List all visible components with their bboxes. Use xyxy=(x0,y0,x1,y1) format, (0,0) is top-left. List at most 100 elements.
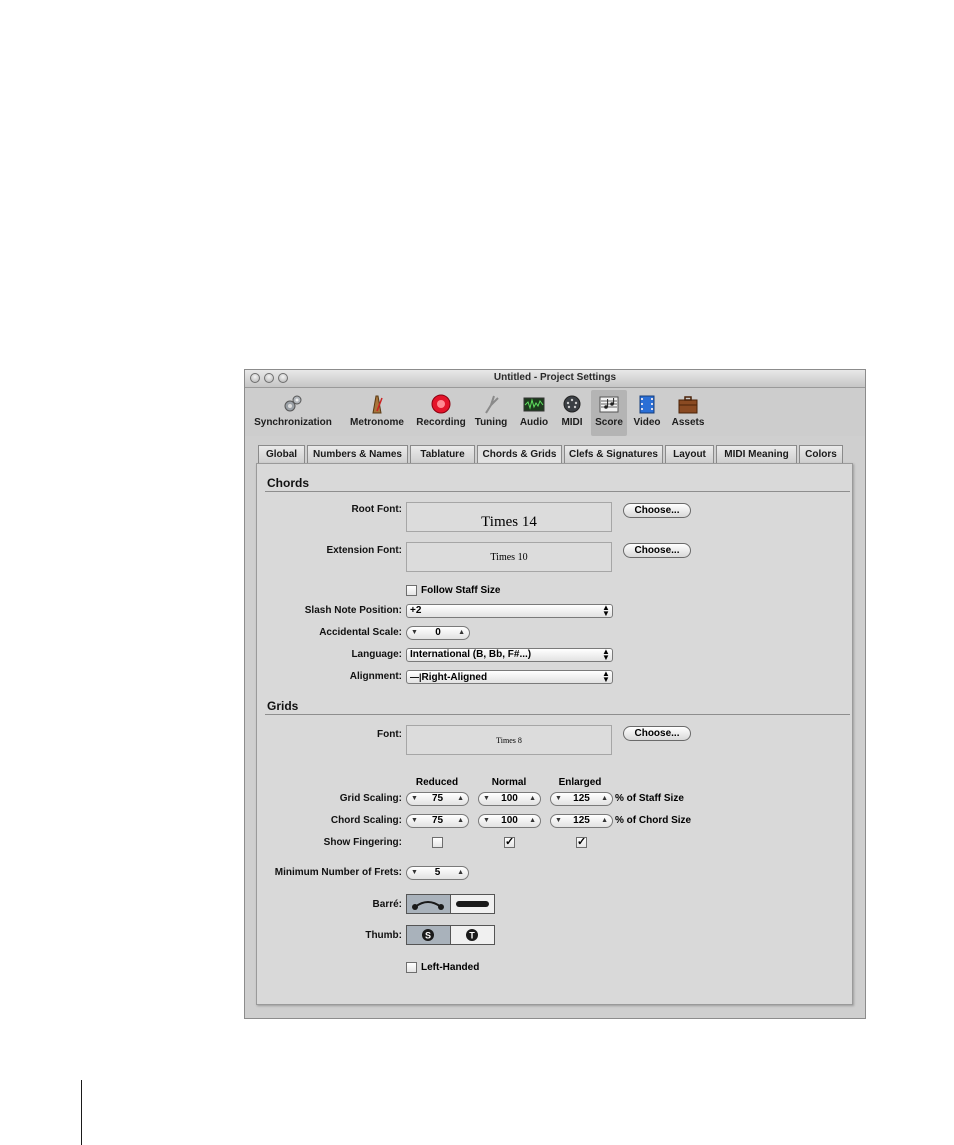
barre-bar-icon xyxy=(456,901,489,907)
language-select[interactable]: International (B, Bb, F#...) ▲ ▼ xyxy=(406,648,613,662)
column-header-enlarged: Enlarged xyxy=(558,777,602,788)
tab-clefs-signatures[interactable]: Clefs & Signatures xyxy=(564,445,663,463)
tab-midi-meaning[interactable]: MIDI Meaning xyxy=(716,445,797,463)
score-icon xyxy=(599,396,619,413)
tab-numbers-names[interactable]: Numbers & Names xyxy=(307,445,408,463)
grid-font-preview: Times 8 xyxy=(406,725,612,755)
svg-text:T: T xyxy=(469,931,475,941)
midi-connector-icon xyxy=(563,395,581,413)
tab-global[interactable]: Global xyxy=(258,445,305,463)
extension-font-preview: Times 10 xyxy=(406,542,612,572)
chord-scaling-normal-stepper[interactable]: ▼ 100 ▲ xyxy=(478,814,541,828)
section-divider xyxy=(265,491,850,492)
barre-arc-option[interactable] xyxy=(406,894,451,914)
increment-arrow-icon[interactable]: ▲ xyxy=(457,867,464,879)
language-label: Language: xyxy=(351,649,402,660)
increment-arrow-icon[interactable]: ▲ xyxy=(529,815,536,827)
toolbar-audio[interactable]: Audio xyxy=(515,390,553,436)
toolbar-metronome[interactable]: Metronome xyxy=(343,390,411,436)
section-divider xyxy=(265,714,850,715)
increment-arrow-icon[interactable]: ▲ xyxy=(457,793,464,805)
barre-bar-option[interactable] xyxy=(450,894,495,914)
chords-grids-panel: Chords Root Font: Times 14 Choose... Ext… xyxy=(256,463,853,1005)
grid-scaling-enlarged-stepper[interactable]: ▼ 125 ▲ xyxy=(550,792,613,806)
gears-icon xyxy=(284,395,302,412)
show-fingering-reduced-checkbox[interactable] xyxy=(432,837,443,848)
tab-tablature[interactable]: Tablature xyxy=(410,445,475,463)
toolbar-score[interactable]: Score xyxy=(591,390,627,436)
chord-scaling-suffix: % of Chord Size xyxy=(615,815,692,826)
updown-arrows-icon: ▲ ▼ xyxy=(602,669,610,684)
page-margin-rule xyxy=(81,1080,82,1145)
follow-staff-size-label: Follow Staff Size xyxy=(421,585,501,596)
toolbar-synchronization[interactable]: Synchronization xyxy=(245,390,341,436)
toolbar-assets[interactable]: Assets xyxy=(667,390,709,436)
window-title: Untitled - Project Settings xyxy=(493,372,617,383)
briefcase-icon xyxy=(678,396,698,414)
grid-scaling-normal-stepper[interactable]: ▼ 100 ▲ xyxy=(478,792,541,806)
toolbar-tuning[interactable]: Tuning xyxy=(471,390,511,436)
barre-label: Barré: xyxy=(372,899,402,910)
slash-note-position-select[interactable]: +2 ▲ ▼ xyxy=(406,604,613,618)
toolbar: Synchronization Metronome Recording Tuni… xyxy=(245,388,865,436)
grid-font-choose-button[interactable]: Choose... xyxy=(623,726,691,741)
thumb-s-icon: S xyxy=(422,929,434,941)
thumb-t-option[interactable]: T xyxy=(450,925,495,945)
increment-arrow-icon[interactable]: ▲ xyxy=(457,815,464,827)
thumb-s-option[interactable]: S xyxy=(406,925,451,945)
column-header-reduced: Reduced xyxy=(415,777,459,788)
alignment-label: Alignment: xyxy=(349,671,402,682)
record-icon xyxy=(431,394,451,414)
increment-arrow-icon[interactable]: ▲ xyxy=(458,627,465,639)
tab-colors[interactable]: Colors xyxy=(799,445,843,463)
root-font-preview: Times 14 xyxy=(406,502,612,532)
root-font-label: Root Font: xyxy=(351,504,402,515)
grid-font-label: Font: xyxy=(377,729,402,740)
project-settings-window: Untitled - Project Settings Synchronizat… xyxy=(244,369,866,1019)
tab-layout[interactable]: Layout xyxy=(665,445,714,463)
chord-scaling-enlarged-stepper[interactable]: ▼ 125 ▲ xyxy=(550,814,613,828)
toolbar-video[interactable]: Video xyxy=(629,390,665,436)
left-handed-checkbox[interactable] xyxy=(406,962,417,973)
svg-text:S: S xyxy=(425,931,431,941)
grid-scaling-reduced-stepper[interactable]: ▼ 75 ▲ xyxy=(406,792,469,806)
updown-arrows-icon: ▲ ▼ xyxy=(602,647,610,662)
min-frets-label: Minimum Number of Frets: xyxy=(274,867,402,878)
section-grids-heading: Grids xyxy=(267,699,299,713)
barre-arc-icon xyxy=(412,901,444,910)
title-bar: Untitled - Project Settings xyxy=(245,370,865,388)
right-align-icon: —| xyxy=(410,672,422,682)
column-header-normal: Normal xyxy=(491,777,527,788)
increment-arrow-icon[interactable]: ▲ xyxy=(601,793,608,805)
updown-arrows-icon: ▲ ▼ xyxy=(602,603,610,618)
toolbar-recording[interactable]: Recording xyxy=(413,390,469,436)
alignment-select[interactable]: —|Right-Aligned ▲ ▼ xyxy=(406,670,613,684)
accidental-scale-stepper[interactable]: ▼ 0 ▲ xyxy=(406,626,470,640)
show-fingering-label: Show Fingering: xyxy=(323,837,402,848)
accidental-scale-label: Accidental Scale: xyxy=(319,627,402,638)
tab-chords-grids[interactable]: Chords & Grids xyxy=(477,445,562,463)
tab-bar: Global Numbers & Names Tablature Chords … xyxy=(245,445,865,464)
increment-arrow-icon[interactable]: ▲ xyxy=(601,815,608,827)
show-fingering-normal-checkbox[interactable]: ✓ xyxy=(504,837,515,848)
chord-scaling-reduced-stepper[interactable]: ▼ 75 ▲ xyxy=(406,814,469,828)
extension-font-choose-button[interactable]: Choose... xyxy=(623,543,691,558)
grid-scaling-label: Grid Scaling: xyxy=(339,793,402,804)
root-font-choose-button[interactable]: Choose... xyxy=(623,503,691,518)
waveform-icon xyxy=(523,397,545,412)
film-icon xyxy=(639,395,655,414)
thumb-t-icon: T xyxy=(466,929,478,941)
show-fingering-enlarged-checkbox[interactable]: ✓ xyxy=(576,837,587,848)
extension-font-label: Extension Font: xyxy=(326,545,402,556)
grid-scaling-suffix: % of Staff Size xyxy=(615,793,684,804)
follow-staff-size-checkbox[interactable] xyxy=(406,585,417,596)
toolbar-midi[interactable]: MIDI xyxy=(557,390,587,436)
min-frets-stepper[interactable]: ▼ 5 ▲ xyxy=(406,866,469,880)
left-handed-label: Left-Handed xyxy=(421,962,480,973)
increment-arrow-icon[interactable]: ▲ xyxy=(529,793,536,805)
metronome-icon xyxy=(372,395,383,414)
thumb-label: Thumb: xyxy=(365,930,402,941)
chord-scaling-label: Chord Scaling: xyxy=(330,815,402,826)
section-chords-heading: Chords xyxy=(267,476,309,490)
tuning-fork-icon xyxy=(485,395,499,414)
